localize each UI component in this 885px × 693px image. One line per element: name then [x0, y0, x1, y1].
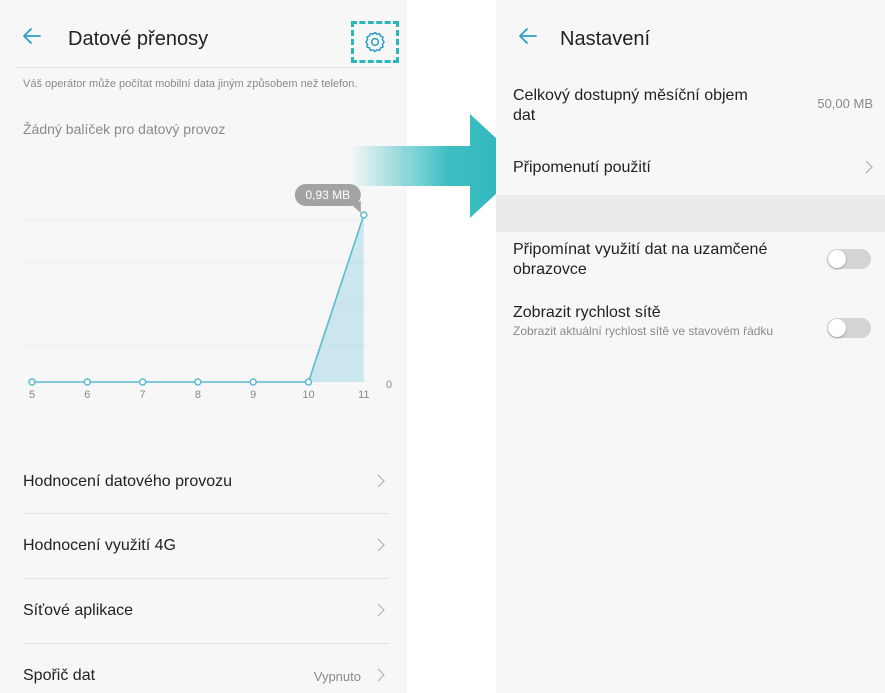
item-label: Spořič dat — [23, 667, 96, 684]
lockscreen-reminder-toggle[interactable] — [827, 249, 871, 269]
data-saver-item[interactable]: Spořič dat Vypnuto — [23, 645, 389, 693]
list-divider — [23, 513, 389, 514]
data-point — [304, 378, 313, 386]
back-arrow-icon[interactable] — [518, 26, 538, 46]
data-point — [138, 378, 147, 386]
toggle-knob — [828, 250, 846, 268]
chevron-right-icon — [865, 160, 873, 174]
item-label: Síťové aplikace — [23, 602, 134, 619]
chevron-right-icon — [377, 474, 385, 488]
data-point — [249, 378, 257, 386]
network-speed-item: Zobrazit rychlost sítě Zobrazit aktuální… — [513, 303, 873, 363]
chevron-right-icon — [377, 668, 385, 682]
x-tick-label: 6 — [84, 389, 90, 401]
data-saver-status: Vypnuto — [313, 669, 361, 684]
lockscreen-reminder-label: Připomínat využití dat na uzamčené obraz… — [513, 241, 768, 278]
data-settings-screen: Nastavení Celkový dostupný měsíční objem… — [496, 0, 885, 693]
chevron-right-icon — [377, 603, 385, 617]
page-title: Nastavení — [560, 28, 651, 50]
app-bar: Nastavení — [496, 0, 885, 68]
back-arrow-icon[interactable] — [22, 26, 42, 46]
x-tick-label: 11 — [358, 389, 369, 401]
data-point — [83, 378, 92, 386]
no-package-text: Žádný balíček pro datový provoz — [23, 121, 226, 137]
data-point — [28, 378, 36, 386]
x-tick-label: 7 — [140, 389, 146, 401]
data-usage-screen: Datové přenosy Váš operátor může počítat… — [0, 0, 407, 693]
x-tick-label: 5 — [29, 389, 35, 401]
section-separator — [496, 195, 885, 232]
data-usage-ranking-item[interactable]: Hodnocení datového provozu — [23, 451, 389, 513]
settings-button[interactable] — [351, 21, 399, 63]
x-tick-label: 9 — [250, 389, 256, 401]
usage-reminder-label: Připomenutí použití — [513, 159, 651, 176]
network-apps-item[interactable]: Síťové aplikace — [23, 580, 389, 642]
network-speed-sublabel: Zobrazit aktuální rychlost sítě ve stavo… — [513, 324, 774, 338]
page-title: Datové přenosy — [68, 28, 209, 50]
monthly-limit-label: Celkový dostupný měsíční objem dat — [513, 87, 748, 124]
usage-line — [32, 214, 365, 383]
chart-x-labels: 5 6 7 8 9 10 11 — [29, 389, 370, 401]
gear-icon — [365, 31, 385, 53]
toggle-knob — [828, 319, 846, 337]
chart-grid — [20, 219, 372, 347]
monthly-limit-item[interactable]: Celkový dostupný měsíční objem dat 50,00… — [513, 86, 873, 136]
network-speed-label: Zobrazit rychlost sítě — [513, 304, 661, 321]
usage-area — [32, 215, 364, 382]
lockscreen-reminder-item: Připomínat využití dat na uzamčené obraz… — [513, 240, 873, 284]
list-divider — [23, 578, 389, 579]
data-point — [194, 378, 202, 386]
header-divider — [14, 67, 393, 68]
value-label: 0,93 MB — [305, 188, 350, 202]
item-label: Hodnocení využití 4G — [23, 537, 176, 554]
operator-note: Váš operátor může počítat mobilní data j… — [23, 78, 358, 90]
x-tick-label: 10 — [302, 389, 314, 401]
x-tick-label: 8 — [195, 389, 201, 401]
item-label: Hodnocení datového provozu — [23, 473, 233, 490]
y-axis-tick: 0 — [386, 379, 392, 391]
chart-area — [32, 214, 365, 383]
usage-reminder-item[interactable]: Připomenutí použití — [513, 148, 873, 192]
monthly-limit-value: 50,00 MB — [817, 96, 873, 111]
list-divider — [23, 643, 389, 644]
usage-chart: 5 6 7 8 9 10 11 0,93 MB 0 — [20, 184, 392, 401]
app-bar: Datové přenosy — [0, 0, 407, 68]
network-speed-toggle[interactable] — [827, 318, 871, 338]
4g-usage-ranking-item[interactable]: Hodnocení využití 4G — [23, 515, 389, 577]
chevron-right-icon — [377, 538, 385, 552]
